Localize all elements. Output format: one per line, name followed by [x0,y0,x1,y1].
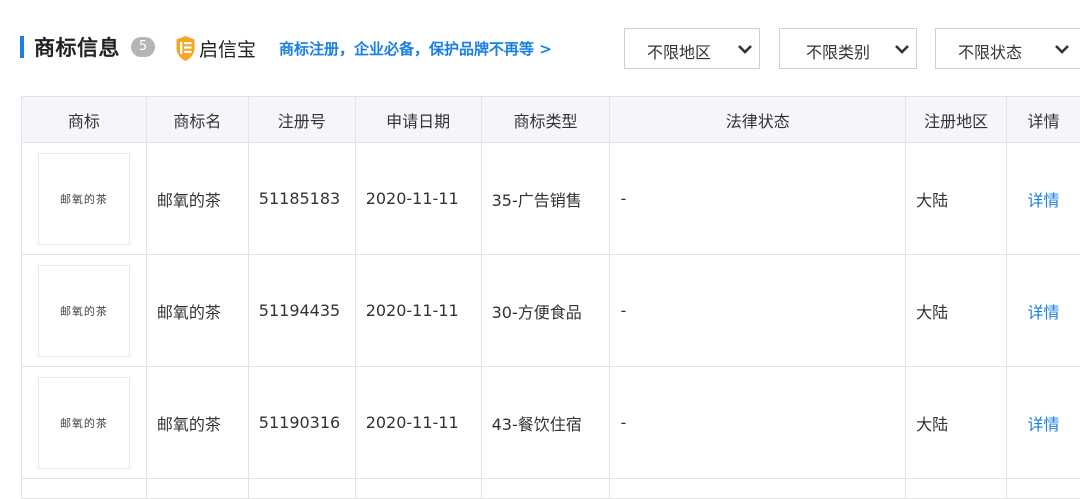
registration-number: 51190316 [249,367,356,478]
registration-region: 大陆 [906,143,1008,254]
table-row-partial [22,479,1080,499]
partial-cell [22,479,147,498]
detail-cell: 详情 [1007,367,1080,478]
section-title: 商标信息 [34,36,120,60]
chevron-down-icon [1055,45,1069,54]
legal-status: - [610,255,907,366]
trademark-logo-text: 邮氧的茶 [59,304,108,318]
partial-cell [249,479,356,498]
legal-status: - [610,367,907,478]
registration-number: 51194435 [249,255,356,366]
trademark-logo-cell: 邮氧的茶 [22,143,147,254]
partial-cell [1007,479,1080,498]
trademark-logo-image[interactable]: 邮氧的茶 [37,264,130,357]
partial-cell [610,479,907,498]
count-badge: 5 [131,37,155,57]
column-header-logo: 商标 [22,97,147,142]
table-row: 邮氧的茶 邮氧的茶 51190316 2020-11-11 43-餐饮住宿 - … [22,367,1080,479]
trademark-name: 邮氧的茶 [147,367,249,478]
column-header-legal-status: 法律状态 [610,97,907,142]
trademark-logo-cell: 邮氧的茶 [22,255,147,366]
partial-cell [482,479,611,498]
trademark-type: 35-广告销售 [482,143,611,254]
class-filter-value: 不限类别 [806,43,871,62]
trademark-logo-image[interactable]: 邮氧的茶 [37,152,130,245]
column-header-date: 申请日期 [356,97,482,142]
registration-region: 大陆 [906,255,1008,366]
section-header: 商标信息 5 启信宝 商标注册，企业必备，保护品牌不再等 > 不限地区 不限类别… [0,0,1080,96]
partial-cell [906,479,1008,498]
application-date: 2020-11-11 [356,255,482,366]
trademark-table: 商标 商标名 注册号 申请日期 商标类型 法律状态 注册地区 详情 邮氧的茶 邮… [21,96,1080,499]
table-row: 邮氧的茶 邮氧的茶 51194435 2020-11-11 30-方便食品 - … [22,255,1080,367]
trademark-type: 43-餐饮住宿 [482,367,611,478]
partial-cell [147,479,249,498]
region-filter-select[interactable]: 不限地区 [624,28,760,69]
table-row: 邮氧的茶 邮氧的茶 51185183 2020-11-11 35-广告销售 - … [22,143,1080,255]
class-filter-select[interactable]: 不限类别 [779,28,917,69]
detail-cell: 详情 [1007,143,1080,254]
registration-region: 大陆 [906,367,1008,478]
trademark-logo-text: 邮氧的茶 [59,416,108,430]
trademark-logo-cell: 邮氧的茶 [22,367,147,478]
trademark-logo-image[interactable]: 邮氧的茶 [37,376,130,469]
table-header-row: 商标 商标名 注册号 申请日期 商标类型 法律状态 注册地区 详情 [22,97,1080,143]
column-header-region: 注册地区 [906,97,1008,142]
detail-link[interactable]: 详情 [1028,299,1060,323]
brand[interactable]: 启信宝 [175,34,256,62]
partial-cell [356,479,482,498]
detail-link[interactable]: 详情 [1028,187,1060,211]
trademark-registration-link[interactable]: 商标注册，企业必备，保护品牌不再等 > [279,38,552,59]
application-date: 2020-11-11 [356,367,482,478]
chevron-down-icon [895,45,909,54]
column-header-type: 商标类型 [482,97,611,142]
brand-name: 启信宝 [199,38,257,61]
trademark-name: 邮氧的茶 [147,143,249,254]
qixinbao-shield-icon [176,35,195,61]
status-filter-select[interactable]: 不限状态 [935,28,1080,69]
region-filter-value: 不限地区 [647,43,712,62]
detail-cell: 详情 [1007,255,1080,366]
column-header-reg-no: 注册号 [249,97,356,142]
trademark-type: 30-方便食品 [482,255,611,366]
trademark-logo-text: 邮氧的茶 [59,192,108,206]
title-accent-bar [20,36,24,58]
legal-status: - [610,143,907,254]
column-header-name: 商标名 [147,97,249,142]
status-filter-value: 不限状态 [958,43,1023,62]
application-date: 2020-11-11 [356,143,482,254]
detail-link[interactable]: 详情 [1028,411,1060,435]
chevron-down-icon [738,45,752,54]
trademark-name: 邮氧的茶 [147,255,249,366]
column-header-detail: 详情 [1027,111,1060,131]
registration-number: 51185183 [249,143,356,254]
